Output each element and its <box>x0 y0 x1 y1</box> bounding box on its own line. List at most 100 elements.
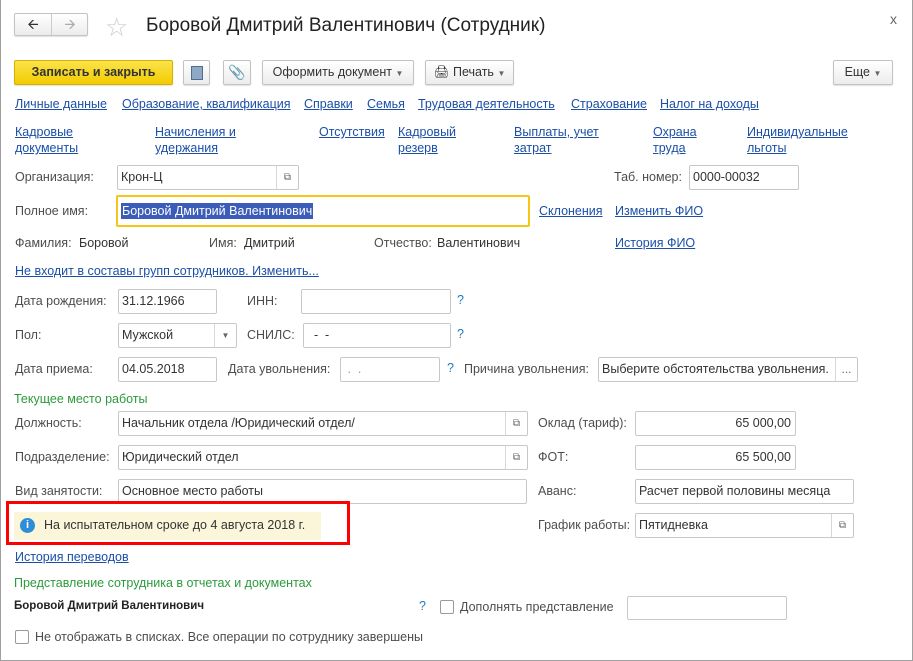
birth-date-label: Дата рождения: <box>15 294 107 308</box>
surname-label: Фамилия: <box>15 236 72 250</box>
patronymic-label: Отчество: <box>374 236 432 250</box>
change-fio-link[interactable]: Изменить ФИО <box>615 204 703 218</box>
name-value: Дмитрий <box>244 236 295 250</box>
current-work-section: Текущее место работы <box>14 392 148 406</box>
more-label: Еще <box>844 65 871 79</box>
salary-label: Оклад (тариф): <box>538 416 627 430</box>
floppy-disk-icon <box>190 66 203 80</box>
dismissal-date-field[interactable]: . . <box>340 357 440 382</box>
open-icon[interactable]: ⧉ <box>276 166 298 189</box>
link-accruals[interactable]: Начисления и удержания <box>155 124 245 156</box>
department-field[interactable]: Юридический отдел ⧉ <box>118 445 528 470</box>
declensions-link[interactable]: Склонения <box>539 204 603 218</box>
dismissal-reason-label: Причина увольнения: <box>464 362 589 376</box>
link-personal-data[interactable]: Личные данные <box>15 97 107 111</box>
printer-icon: 🖨 <box>433 65 450 79</box>
representation-help-icon[interactable]: ? <box>419 599 426 613</box>
link-education[interactable]: Образование, квалификация <box>122 97 291 111</box>
open-icon[interactable]: ⧉ <box>505 446 527 469</box>
transfer-history-link[interactable]: История переводов <box>15 550 129 564</box>
inn-help-icon[interactable]: ? <box>457 293 464 307</box>
employment-type-label: Вид занятости: <box>15 484 103 498</box>
print-button[interactable]: 🖨 Печать ▼ <box>425 60 514 85</box>
department-label: Подразделение: <box>15 450 110 464</box>
schedule-field[interactable]: Пятидневка ⧉ <box>635 513 854 538</box>
hire-date-label: Дата приема: <box>15 362 93 376</box>
position-field[interactable]: Начальник отдела /Юридический отдел/ ⧉ <box>118 411 528 436</box>
surname-value: Боровой <box>79 236 129 250</box>
snils-label: СНИЛС: <box>247 328 295 342</box>
back-arrow-icon[interactable]: 🡨 <box>15 14 52 35</box>
sex-select[interactable]: Мужской ▼ <box>118 323 237 348</box>
inn-label: ИНН: <box>247 294 278 308</box>
link-insurance[interactable]: Страхование <box>571 97 647 111</box>
info-icon: i <box>20 518 35 533</box>
make-document-button[interactable]: Оформить документ ▼ <box>262 60 414 85</box>
position-value: Начальник отдела /Юридический отдел/ <box>122 416 355 430</box>
sex-label: Пол: <box>15 328 42 342</box>
department-value: Юридический отдел <box>122 450 239 464</box>
snils-field[interactable]: - - <box>303 323 451 348</box>
favorite-star-icon[interactable]: ☆ <box>105 12 128 43</box>
hide-in-lists-checkbox[interactable] <box>15 630 29 644</box>
fot-field[interactable]: 65 500,00 <box>635 445 796 470</box>
fullname-label: Полное имя: <box>15 204 89 218</box>
select-ellipsis-button[interactable]: ... <box>835 358 857 381</box>
link-family[interactable]: Семья <box>367 97 405 111</box>
link-certificates[interactable]: Справки <box>304 97 353 111</box>
close-icon[interactable]: x <box>890 11 897 27</box>
advance-field[interactable]: Расчет первой половины месяца <box>635 479 854 504</box>
dropdown-arrow-icon: ▼ <box>873 69 882 78</box>
nav-buttons: 🡨 🡪 <box>14 13 88 36</box>
sex-value: Мужской <box>122 328 174 342</box>
dropdown-arrow-icon: ▼ <box>395 69 404 78</box>
representation-name: Боровой Дмитрий Валентинович <box>14 600 204 612</box>
supplement-checkbox[interactable] <box>440 600 454 614</box>
paperclip-icon: 📎 <box>228 64 246 80</box>
dismissal-reason-value: Выберите обстоятельства увольнения. <box>602 362 829 376</box>
fot-label: ФОТ: <box>538 450 569 464</box>
dropdown-arrow-icon[interactable]: ▼ <box>214 324 236 347</box>
open-icon[interactable]: ⧉ <box>505 412 527 435</box>
dismissal-reason-field[interactable]: Выберите обстоятельства увольнения.... <box>598 357 858 382</box>
link-labor-protection[interactable]: Охрана труда <box>653 124 703 156</box>
link-hr-reserve[interactable]: Кадровый резерв <box>398 124 464 156</box>
link-individual-benefits[interactable]: Индивидуальные льготы <box>747 124 857 156</box>
save-button[interactable] <box>183 60 210 85</box>
organization-field[interactable]: Крон-Ц ⧉ <box>117 165 299 190</box>
probation-text: На испытательном сроке до 4 августа 2018… <box>44 518 306 532</box>
link-hr-documents[interactable]: Кадровые документы <box>15 124 85 156</box>
link-work-history[interactable]: Трудовая деятельность <box>418 97 555 111</box>
supplement-field[interactable] <box>627 596 787 620</box>
link-payments[interactable]: Выплаты, учет затрат <box>514 124 609 156</box>
position-label: Должность: <box>15 416 82 430</box>
hire-date-field[interactable]: 04.05.2018 <box>118 357 217 382</box>
open-icon[interactable]: ⧉ <box>831 514 853 537</box>
window-title: Боровой Дмитрий Валентинович (Сотрудник) <box>146 15 546 36</box>
more-button[interactable]: Еще ▼ <box>833 60 893 85</box>
birth-date-field[interactable]: 31.12.1966 <box>118 289 217 314</box>
schedule-value: Пятидневка <box>639 518 708 532</box>
probation-notice: i На испытательном сроке до 4 августа 20… <box>14 512 321 540</box>
dismissal-help-icon[interactable]: ? <box>447 361 454 375</box>
name-label: Имя: <box>209 236 237 250</box>
representation-section: Представление сотрудника в отчетах и док… <box>14 576 312 590</box>
make-document-label: Оформить документ <box>272 65 392 79</box>
inn-field[interactable] <box>301 289 451 314</box>
organization-label: Организация: <box>15 170 94 184</box>
patronymic-value: Валентинович <box>437 236 521 250</box>
link-income-tax[interactable]: Налог на доходы <box>660 97 759 111</box>
groups-link[interactable]: Не входит в составы групп сотрудников. И… <box>15 264 319 278</box>
tab-number-label: Таб. номер: <box>614 170 682 184</box>
link-absences[interactable]: Отсутствия <box>319 124 389 140</box>
snils-help-icon[interactable]: ? <box>457 327 464 341</box>
attach-button[interactable]: 📎 <box>223 60 251 85</box>
organization-value: Крон-Ц <box>121 170 163 184</box>
fullname-field[interactable]: Боровой Дмитрий Валентинович <box>116 195 530 227</box>
advance-label: Аванс: <box>538 484 577 498</box>
save-and-close-button[interactable]: Записать и закрыть <box>14 60 173 85</box>
fio-history-link[interactable]: История ФИО <box>615 236 695 250</box>
tab-number-field[interactable]: 0000-00032 <box>689 165 799 190</box>
salary-field[interactable]: 65 000,00 <box>635 411 796 436</box>
forward-arrow-icon[interactable]: 🡪 <box>52 14 88 34</box>
